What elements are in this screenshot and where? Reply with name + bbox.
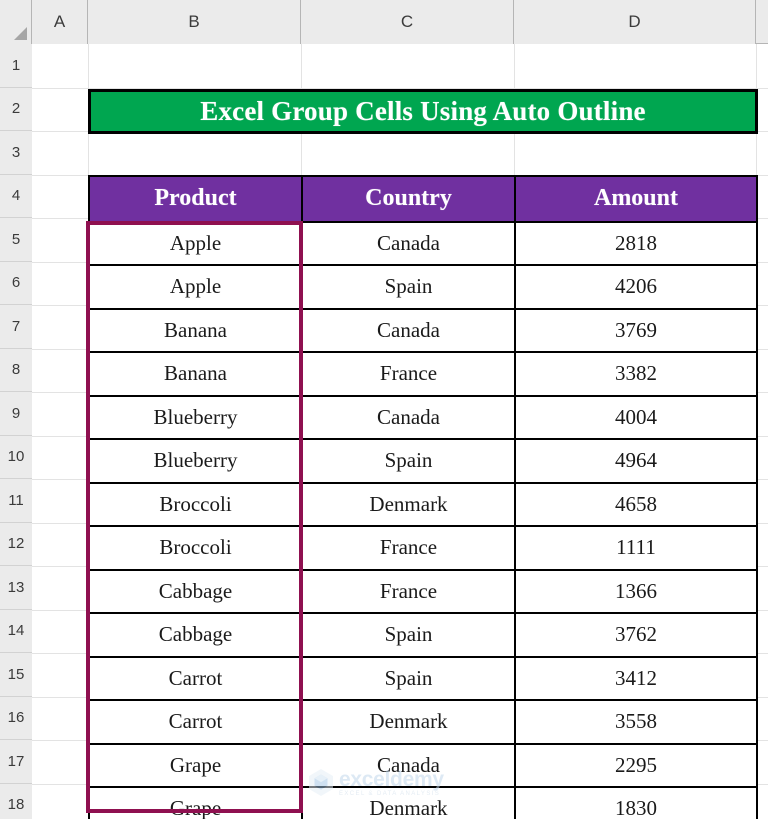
table-row: Carrot Spain 3412 — [88, 655, 758, 701]
cell-amount[interactable]: 3558 — [514, 699, 758, 745]
cell-country[interactable]: Spain — [301, 655, 516, 701]
cell-amount[interactable]: 4658 — [514, 481, 758, 527]
cell-country[interactable]: Denmark — [301, 786, 516, 819]
cell-amount[interactable]: 4206 — [514, 264, 758, 310]
cell-product[interactable]: Grape — [88, 742, 303, 788]
table-row: Blueberry Spain 4964 — [88, 438, 758, 484]
cell-amount[interactable]: 2818 — [514, 220, 758, 266]
cell-product[interactable]: Broccoli — [88, 525, 303, 571]
cell-product[interactable]: Carrot — [88, 699, 303, 745]
title-banner[interactable]: Excel Group Cells Using Auto Outline — [88, 88, 758, 134]
cell-product[interactable]: Broccoli — [88, 481, 303, 527]
table-row: Blueberry Canada 4004 — [88, 394, 758, 440]
select-all-triangle-icon — [14, 27, 27, 40]
row-header-1[interactable]: 1 — [0, 44, 32, 88]
cell-product[interactable]: Cabbage — [88, 612, 303, 658]
cell-country[interactable]: Canada — [301, 220, 516, 266]
cell-country[interactable]: Spain — [301, 438, 516, 484]
row-header-2[interactable]: 2 — [0, 87, 32, 131]
cell-country[interactable]: Denmark — [301, 481, 516, 527]
row-header-17[interactable]: 17 — [0, 740, 32, 784]
row-header-4[interactable]: 4 — [0, 174, 32, 218]
cell-amount[interactable]: 3382 — [514, 351, 758, 397]
cell-amount[interactable]: 2295 — [514, 742, 758, 788]
cell-product[interactable]: Blueberry — [88, 438, 303, 484]
table-row: Broccoli France 1111 — [88, 525, 758, 571]
column-header-a[interactable]: A — [32, 0, 88, 44]
cell-product[interactable]: Grape — [88, 786, 303, 819]
cell-amount[interactable]: 4964 — [514, 438, 758, 484]
table-row: Apple Spain 4206 — [88, 264, 758, 310]
column-header-d[interactable]: D — [514, 0, 756, 44]
table-row: Apple Canada 2818 — [88, 220, 758, 266]
column-header-strip: A B C D — [0, 0, 768, 44]
table-row: Cabbage Spain 3762 — [88, 612, 758, 658]
spreadsheet-canvas: A B C D 1 2 3 4 5 6 7 8 9 10 11 12 13 14 15 16 17 18 Exce… — [0, 0, 768, 819]
cell-amount[interactable]: 3762 — [514, 612, 758, 658]
cell-amount[interactable]: 3412 — [514, 655, 758, 701]
column-header-cell-amount[interactable]: Amount — [514, 174, 758, 223]
row-header-18[interactable]: 18 — [0, 783, 32, 819]
row-header-9[interactable]: 9 — [0, 392, 32, 436]
row-header-3[interactable]: 3 — [0, 131, 32, 175]
row-header-12[interactable]: 12 — [0, 522, 32, 566]
table-row: Grape Canada 2295 — [88, 742, 758, 788]
row-header-strip: 1 2 3 4 5 6 7 8 9 10 11 12 13 14 15 16 17 18 — [0, 44, 32, 819]
row-header-13[interactable]: 13 — [0, 566, 32, 610]
table-row: Grape Denmark 1830 — [88, 786, 758, 819]
row-header-10[interactable]: 10 — [0, 435, 32, 479]
cell-country[interactable]: France — [301, 525, 516, 571]
cell-product[interactable]: Apple — [88, 264, 303, 310]
cell-amount[interactable]: 4004 — [514, 394, 758, 440]
cell-country[interactable]: France — [301, 568, 516, 614]
table-row: Banana France 3382 — [88, 351, 758, 397]
cell-product[interactable]: Cabbage — [88, 568, 303, 614]
cell-amount[interactable]: 1111 — [514, 525, 758, 571]
row-header-14[interactable]: 14 — [0, 609, 32, 653]
cell-country[interactable]: Spain — [301, 612, 516, 658]
cell-product[interactable]: Banana — [88, 351, 303, 397]
cell-amount[interactable]: 1366 — [514, 568, 758, 614]
row-header-7[interactable]: 7 — [0, 305, 32, 349]
row-header-8[interactable]: 8 — [0, 348, 32, 392]
cell-product[interactable]: Apple — [88, 220, 303, 266]
cell-country[interactable]: Canada — [301, 742, 516, 788]
cell-product[interactable]: Blueberry — [88, 394, 303, 440]
cell-country[interactable]: Canada — [301, 394, 516, 440]
row-header-6[interactable]: 6 — [0, 261, 32, 305]
row-header-15[interactable]: 15 — [0, 653, 32, 697]
column-header-b[interactable]: B — [88, 0, 301, 44]
select-all-button[interactable] — [0, 0, 32, 44]
column-header-c[interactable]: C — [301, 0, 514, 44]
column-header-cell-product[interactable]: Product — [88, 174, 303, 223]
table-row: Cabbage France 1366 — [88, 568, 758, 614]
cell-amount[interactable]: 3769 — [514, 307, 758, 353]
row-header-16[interactable]: 16 — [0, 696, 32, 740]
table-body: Apple Canada 2818 Apple Spain 4206 Banana Canad… — [88, 220, 758, 819]
cell-country[interactable]: France — [301, 351, 516, 397]
table-row: Broccoli Denmark 4658 — [88, 481, 758, 527]
row-header-11[interactable]: 11 — [0, 479, 32, 523]
cell-amount[interactable]: 1830 — [514, 786, 758, 819]
cell-country[interactable]: Denmark — [301, 699, 516, 745]
cell-product[interactable]: Carrot — [88, 655, 303, 701]
column-header-cell-country[interactable]: Country — [301, 174, 516, 223]
row-header-5[interactable]: 5 — [0, 218, 32, 262]
table-head: Product Country Amount — [88, 174, 758, 223]
cell-country[interactable]: Spain — [301, 264, 516, 310]
cell-country[interactable]: Canada — [301, 307, 516, 353]
table-row: Banana Canada 3769 — [88, 307, 758, 353]
data-table: Product Country Amount Apple Canada 2818 Appl… — [88, 174, 758, 819]
cell-product[interactable]: Banana — [88, 307, 303, 353]
table-row: Carrot Denmark 3558 — [88, 699, 758, 745]
table-header-row: Product Country Amount — [88, 174, 758, 223]
